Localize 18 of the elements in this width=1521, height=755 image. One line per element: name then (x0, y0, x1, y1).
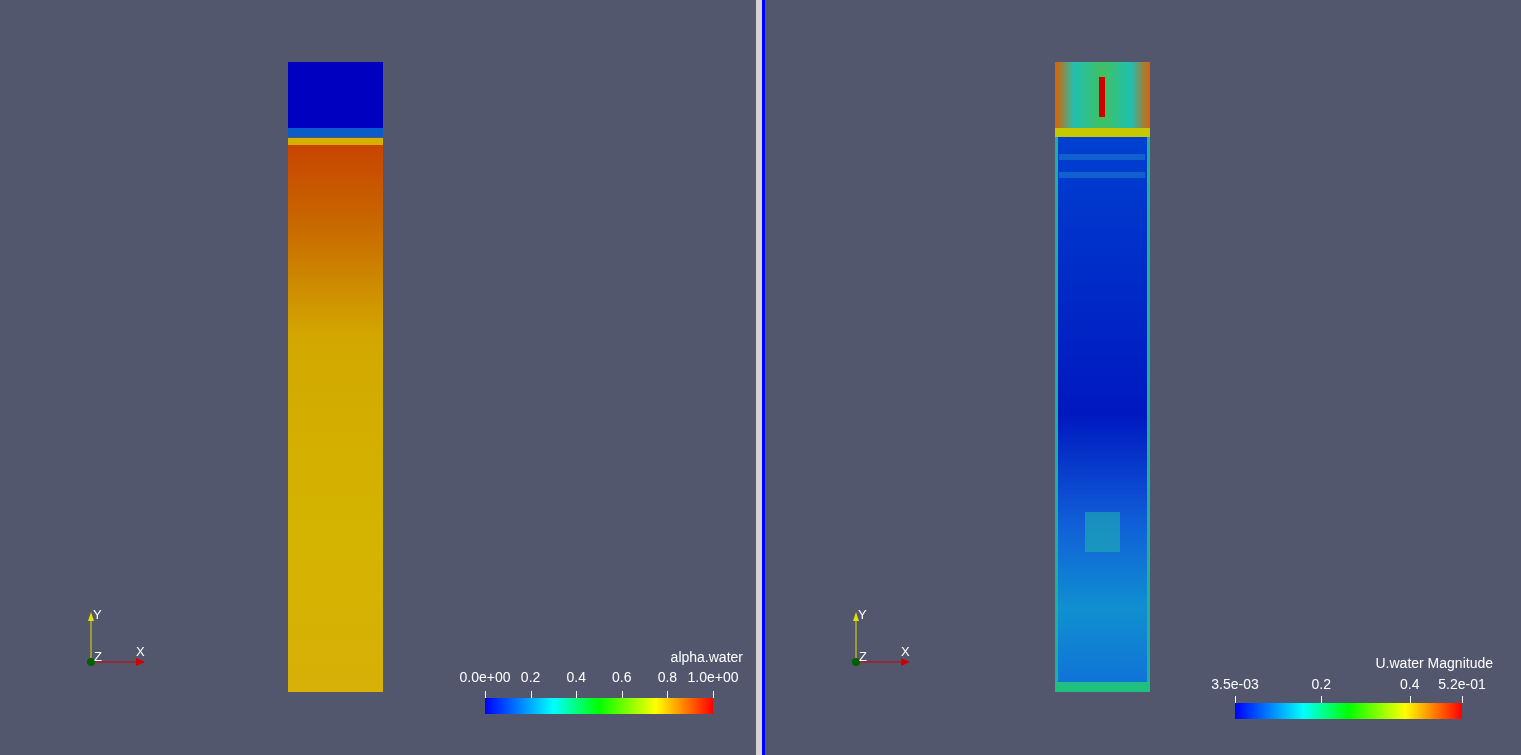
axis-label: Y (93, 608, 102, 621)
color-legend-tick-label: 0.4 (566, 670, 586, 684)
color-legend-tick-label: 0.8 (657, 670, 678, 684)
color-legend-tick-label: 0.4 (1400, 677, 1420, 691)
axis-label: Z (94, 650, 102, 663)
axis-label: Y (858, 608, 867, 621)
color-legend-title: U.water Magnitude (1375, 656, 1493, 670)
color-legend-tick-label: 0.2 (520, 670, 541, 684)
color-legend-title: alpha.water (670, 650, 743, 664)
color-legend-tick-label: 0.0e+00 (459, 670, 511, 684)
color-legend-tick-label: 5.2e-01 (1438, 677, 1486, 691)
color-legend-tick-label: 3.5e-03 (1211, 677, 1259, 691)
axis-label: X (901, 645, 910, 658)
color-legend-tick-label: 1.0e+00 (687, 670, 739, 684)
axis-label: X (136, 645, 145, 658)
axis-label: Z (859, 650, 867, 663)
color-legend-tick-label: 0.2 (1311, 677, 1331, 691)
color-legend-tick-label: 0.6 (612, 670, 632, 684)
